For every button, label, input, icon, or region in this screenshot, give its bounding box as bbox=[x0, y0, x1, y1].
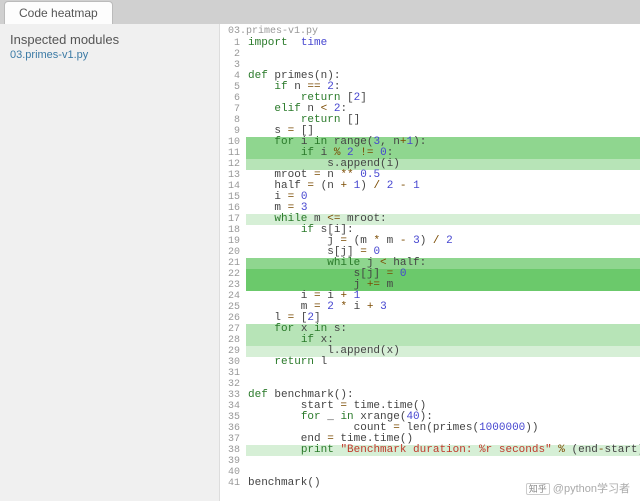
line-number: 23 bbox=[220, 280, 246, 291]
code-line[interactable]: 2 bbox=[220, 49, 640, 60]
line-number: 28 bbox=[220, 335, 246, 346]
line-number: 21 bbox=[220, 258, 246, 269]
tab-bar: Code heatmap bbox=[0, 0, 640, 24]
line-number: 38 bbox=[220, 445, 246, 456]
line-number: 2 bbox=[220, 49, 246, 60]
code-line[interactable]: 39 bbox=[220, 456, 640, 467]
code-content: import time bbox=[246, 38, 640, 49]
line-number: 40 bbox=[220, 467, 246, 478]
code-line[interactable]: 38 print "Benchmark duration: %r seconds… bbox=[220, 445, 640, 456]
line-number: 17 bbox=[220, 214, 246, 225]
line-number: 6 bbox=[220, 93, 246, 104]
module-link[interactable]: 03.primes-v1.py bbox=[10, 49, 209, 61]
editor-filename: 03.primes-v1.py bbox=[220, 26, 640, 37]
line-number: 36 bbox=[220, 423, 246, 434]
line-number: 30 bbox=[220, 357, 246, 368]
line-number: 39 bbox=[220, 456, 246, 467]
code-line[interactable]: 30 return l bbox=[220, 357, 640, 368]
tab-label: Code heatmap bbox=[19, 6, 98, 20]
line-number: 18 bbox=[220, 225, 246, 236]
code-content: print "Benchmark duration: %r seconds" %… bbox=[246, 445, 640, 456]
line-number: 20 bbox=[220, 247, 246, 258]
line-number: 29 bbox=[220, 346, 246, 357]
line-number: 8 bbox=[220, 115, 246, 126]
line-number: 10 bbox=[220, 137, 246, 148]
line-number: 7 bbox=[220, 104, 246, 115]
line-number: 41 bbox=[220, 478, 246, 489]
line-number: 27 bbox=[220, 324, 246, 335]
code-content: return l bbox=[246, 357, 640, 368]
line-number: 31 bbox=[220, 368, 246, 379]
line-number: 15 bbox=[220, 192, 246, 203]
line-number: 16 bbox=[220, 203, 246, 214]
line-number: 22 bbox=[220, 269, 246, 280]
line-number: 9 bbox=[220, 126, 246, 137]
line-number: 32 bbox=[220, 379, 246, 390]
line-number: 24 bbox=[220, 291, 246, 302]
line-number: 35 bbox=[220, 412, 246, 423]
code-line[interactable]: 31 bbox=[220, 368, 640, 379]
main-layout: Inspected modules 03.primes-v1.py 03.pri… bbox=[0, 24, 640, 501]
code-line[interactable]: 1import time bbox=[220, 38, 640, 49]
code-lines: 1import time234def primes(n):5 if n == 2… bbox=[220, 38, 640, 489]
sidebar: Inspected modules 03.primes-v1.py bbox=[0, 24, 220, 501]
code-content: benchmark() bbox=[246, 478, 640, 489]
code-editor[interactable]: 03.primes-v1.py 1import time234def prime… bbox=[220, 24, 640, 501]
line-number: 13 bbox=[220, 170, 246, 181]
line-number: 19 bbox=[220, 236, 246, 247]
line-number: 12 bbox=[220, 159, 246, 170]
line-number: 26 bbox=[220, 313, 246, 324]
line-number: 14 bbox=[220, 181, 246, 192]
sidebar-title: Inspected modules bbox=[10, 32, 209, 47]
line-number: 25 bbox=[220, 302, 246, 313]
code-line[interactable]: 41benchmark() bbox=[220, 478, 640, 489]
line-number: 5 bbox=[220, 82, 246, 93]
line-number: 11 bbox=[220, 148, 246, 159]
line-number: 3 bbox=[220, 60, 246, 71]
line-number: 1 bbox=[220, 38, 246, 49]
line-number: 34 bbox=[220, 401, 246, 412]
line-number: 37 bbox=[220, 434, 246, 445]
line-number: 4 bbox=[220, 71, 246, 82]
tab-code-heatmap[interactable]: Code heatmap bbox=[4, 1, 113, 24]
line-number: 33 bbox=[220, 390, 246, 401]
